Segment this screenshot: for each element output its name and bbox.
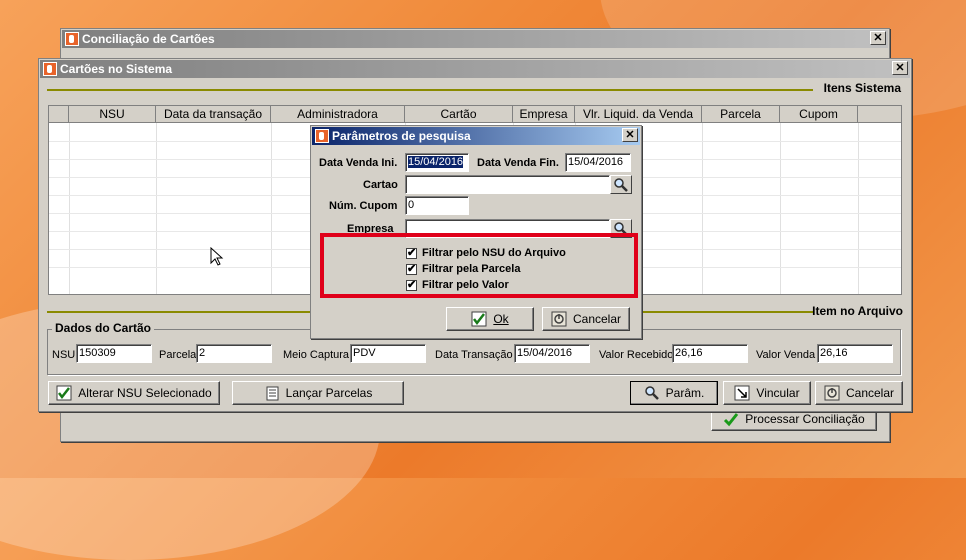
cupom-field[interactable]: 0 [405, 196, 469, 215]
section-divider [47, 89, 813, 91]
itens-sistema-header: Itens Sistema [823, 81, 901, 95]
valor-recebido-label: Valor Recebido [599, 349, 674, 361]
list-icon [264, 385, 280, 401]
col-header-filler [858, 106, 901, 123]
lancar-parcelas-label: Lançar Parcelas [285, 386, 373, 400]
highlight-box [320, 233, 638, 298]
grid-col-line [69, 123, 70, 294]
stop-icon [824, 385, 840, 401]
cancelar-main-label: Cancelar [845, 386, 895, 400]
checkbox-check-icon [471, 311, 487, 327]
data-transacao-label: Data Transação [435, 349, 513, 361]
cancelar-main-button[interactable]: Cancelar [815, 381, 903, 405]
param-button[interactable]: Parâm. [630, 381, 718, 405]
alterar-nsu-label: Alterar NSU Selecionado [78, 386, 212, 400]
search-icon [614, 178, 628, 192]
parametros-title: Parâmetros de pesquisa [332, 129, 471, 143]
valor-venda-label: Valor Venda [756, 349, 816, 361]
col-header-administradora[interactable]: Administradora [271, 106, 405, 123]
lancar-parcelas-button[interactable]: Lançar Parcelas [232, 381, 404, 405]
valor-recebido-field[interactable]: 26,16 [672, 344, 748, 363]
ok-button[interactable]: Ok [446, 307, 534, 331]
grid-indicator-header [49, 106, 69, 123]
col-header-nsu[interactable]: NSU [69, 106, 156, 123]
param-label: Parâm. [665, 386, 705, 400]
cartoes-close-button[interactable]: ✕ [892, 61, 908, 75]
conciliacao-titlebar[interactable]: Conciliação de Cartões [62, 30, 888, 48]
processar-conciliacao-label: Processar Conciliação [745, 412, 865, 426]
col-header-data[interactable]: Data da transação [156, 106, 271, 123]
alterar-nsu-button[interactable]: Alterar NSU Selecionado [48, 381, 220, 405]
grid-col-line [702, 123, 703, 294]
col-header-parcela[interactable]: Parcela [702, 106, 780, 123]
nsu-label: NSU [52, 349, 76, 361]
parametros-close-button[interactable]: ✕ [622, 128, 638, 142]
data-fin-field[interactable]: 15/04/2016 [565, 153, 631, 172]
cartao-field[interactable] [405, 175, 610, 194]
data-fin-label: Data Venda Fin. [477, 157, 559, 169]
checkbox-check-icon [56, 385, 72, 401]
parcela-label: Parcela [159, 349, 197, 361]
cupom-label: Núm. Cupom [329, 200, 398, 212]
dados-cartao-title: Dados do Cartão [52, 321, 155, 335]
item-arquivo-header: Item no Arquivo [812, 304, 903, 318]
app-icon [65, 32, 79, 46]
vincular-button[interactable]: Vincular [723, 381, 811, 405]
vincular-label: Vincular [756, 386, 800, 400]
cancelar-dialog-label: Cancelar [572, 312, 622, 326]
stop-icon [551, 311, 567, 327]
parcela-field[interactable]: 2 [196, 344, 272, 363]
parametros-dialog: Parâmetros de pesquisa ✕ Data Venda Ini.… [310, 125, 642, 339]
valor-venda-field[interactable]: 26,16 [817, 344, 893, 363]
grid-col-line [271, 123, 272, 294]
parametros-titlebar[interactable]: Parâmetros de pesquisa [312, 127, 640, 145]
cancelar-dialog-button[interactable]: Cancelar [542, 307, 630, 331]
cartoes-titlebar[interactable]: Cartões no Sistema [40, 60, 910, 78]
col-header-empresa[interactable]: Empresa [513, 106, 575, 123]
data-ini-value: 15/04/2016 [408, 156, 464, 168]
app-icon [315, 129, 329, 143]
ok-label: Ok [493, 312, 509, 326]
mouse-cursor-icon [210, 247, 224, 266]
cartoes-title: Cartões no Sistema [60, 62, 173, 76]
col-header-vlr-liquid[interactable]: Vlr. Liquid. da Venda [575, 106, 702, 123]
col-header-cupom[interactable]: Cupom [780, 106, 858, 123]
cartao-label: Cartao [363, 179, 398, 191]
data-ini-field[interactable]: 15/04/2016 [405, 153, 469, 172]
data-ini-label: Data Venda Ini. [319, 157, 398, 169]
cartao-lookup-button[interactable] [610, 175, 632, 194]
grid-col-line [156, 123, 157, 294]
grid-col-line [780, 123, 781, 294]
search-icon [644, 385, 660, 401]
meio-captura-field[interactable]: PDV [350, 344, 426, 363]
link-arrow-icon [734, 385, 750, 401]
col-header-cartao[interactable]: Cartão [405, 106, 513, 123]
conciliacao-title: Conciliação de Cartões [82, 32, 215, 46]
conciliacao-close-button[interactable]: ✕ [870, 31, 886, 45]
app-icon [43, 62, 57, 76]
data-transacao-field[interactable]: 15/04/2016 [514, 344, 590, 363]
meio-captura-label: Meio Captura [283, 349, 350, 361]
nsu-field[interactable]: 150309 [76, 344, 152, 363]
check-icon [723, 411, 739, 427]
grid-col-line [858, 123, 859, 294]
